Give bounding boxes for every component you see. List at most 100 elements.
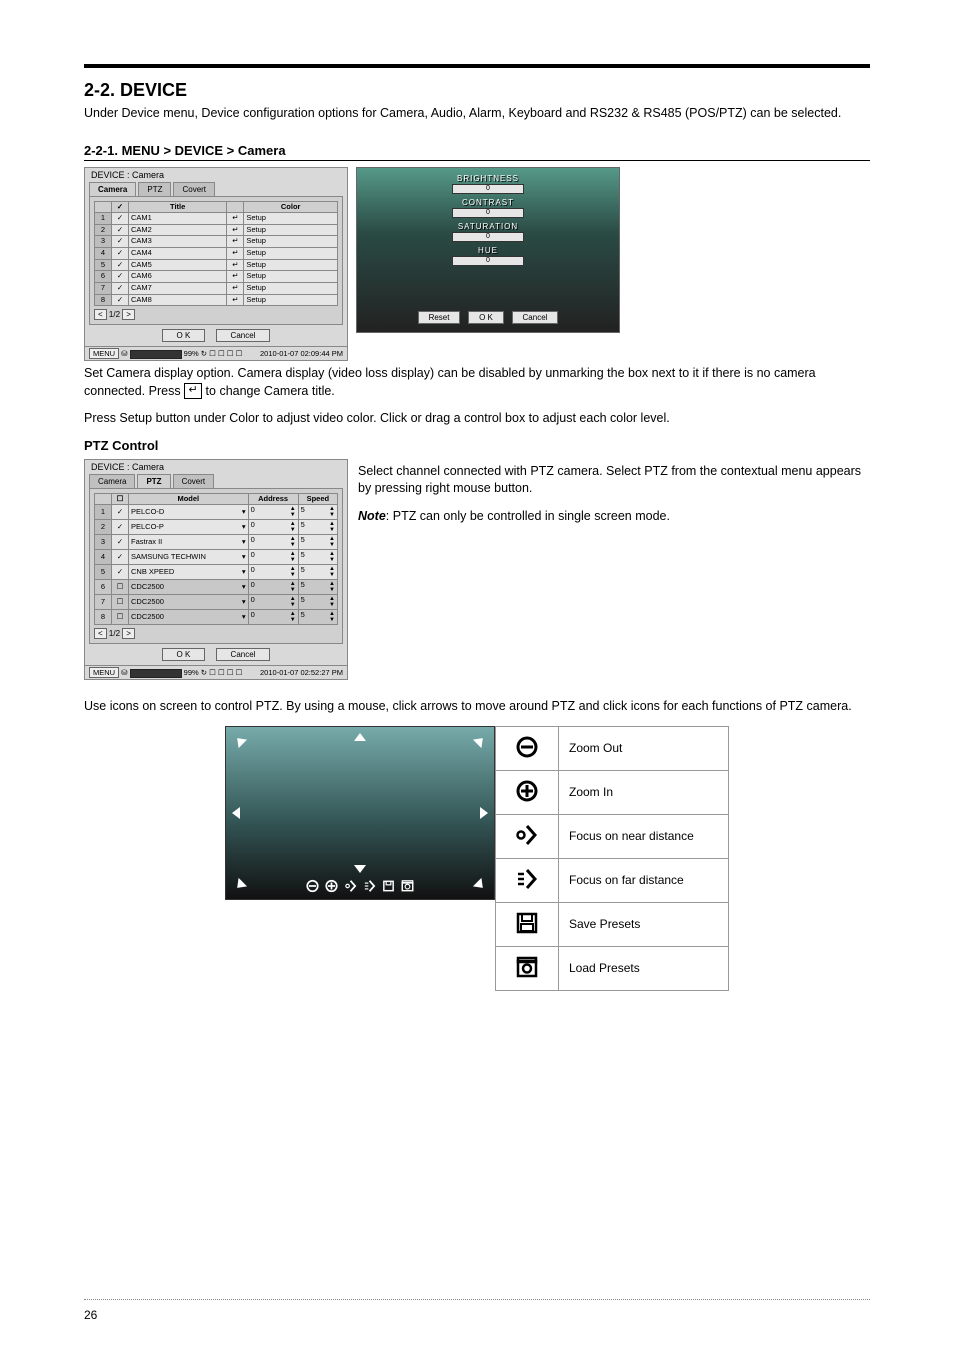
model-select[interactable]: SAMSUNG TECHWIN ▾	[129, 550, 249, 565]
ok-button[interactable]: O K	[468, 311, 504, 324]
row-title[interactable]: CAM2	[129, 224, 227, 236]
speed-stepper[interactable]: 5 ▲▼	[298, 550, 337, 565]
tab-camera[interactable]: Camera	[89, 474, 135, 488]
brightness-slider[interactable]: 0	[452, 184, 524, 194]
ptz-downright-arrow[interactable]	[473, 878, 487, 892]
model-select[interactable]: CDC2500 ▾	[129, 580, 249, 595]
row-checkbox[interactable]: ✓	[112, 271, 129, 283]
row-checkbox[interactable]: ✓	[112, 248, 129, 260]
edit-title-button[interactable]: ↵	[227, 282, 244, 294]
model-select[interactable]: PELCO-P ▾	[129, 520, 249, 535]
speed-stepper[interactable]: 5 ▲▼	[298, 565, 337, 580]
menu-button[interactable]: MENU	[89, 348, 119, 359]
ptz-up-arrow[interactable]	[354, 733, 366, 741]
row-checkbox[interactable]: ✓	[112, 520, 129, 535]
row-checkbox[interactable]: ☐	[112, 580, 129, 595]
ptz-downleft-arrow[interactable]	[233, 878, 247, 892]
focus-far-icon[interactable]	[363, 879, 377, 893]
edit-title-button[interactable]: ↵	[227, 271, 244, 283]
edit-title-button[interactable]: ↵	[227, 213, 244, 225]
row-checkbox[interactable]: ✓	[112, 236, 129, 248]
pager-next[interactable]: >	[122, 628, 135, 639]
cancel-button[interactable]: Cancel	[512, 311, 559, 324]
col-check[interactable]: ✓	[112, 201, 129, 213]
model-select[interactable]: CDC2500 ▾	[129, 595, 249, 610]
row-checkbox[interactable]: ✓	[112, 213, 129, 225]
pager-prev[interactable]: <	[94, 628, 107, 639]
ptz-down-arrow[interactable]	[354, 865, 366, 873]
row-title[interactable]: CAM4	[129, 248, 227, 260]
edit-title-button[interactable]: ↵	[227, 248, 244, 260]
cancel-button[interactable]: Cancel	[216, 329, 271, 342]
model-select[interactable]: CDC2500 ▾	[129, 610, 249, 625]
address-stepper[interactable]: 0 ▲▼	[248, 505, 298, 520]
speed-stepper[interactable]: 5 ▲▼	[298, 595, 337, 610]
saturation-slider[interactable]: 0	[452, 232, 524, 242]
load-preset-icon[interactable]	[401, 879, 415, 893]
speed-stepper[interactable]: 5 ▲▼	[298, 535, 337, 550]
color-setup-button[interactable]: Setup	[244, 248, 338, 260]
ptz-right-arrow[interactable]	[480, 807, 488, 819]
reset-button[interactable]: Reset	[418, 311, 461, 324]
zoom-out-icon[interactable]	[306, 879, 320, 893]
address-stepper[interactable]: 0 ▲▼	[248, 580, 298, 595]
row-checkbox[interactable]: ☐	[112, 595, 129, 610]
pager-prev[interactable]: <	[94, 309, 107, 320]
address-stepper[interactable]: 0 ▲▼	[248, 520, 298, 535]
hue-slider[interactable]: 0	[452, 256, 524, 266]
menu-button[interactable]: MENU	[89, 667, 119, 678]
model-select[interactable]: CNB XPEED ▾	[129, 565, 249, 580]
address-stepper[interactable]: 0 ▲▼	[248, 595, 298, 610]
row-title[interactable]: CAM8	[129, 294, 227, 306]
edit-title-button[interactable]: ↵	[227, 294, 244, 306]
speed-stepper[interactable]: 5 ▲▼	[298, 610, 337, 625]
edit-title-button[interactable]: ↵	[227, 259, 244, 271]
row-title[interactable]: CAM1	[129, 213, 227, 225]
speed-stepper[interactable]: 5 ▲▼	[298, 580, 337, 595]
color-setup-button[interactable]: Setup	[244, 236, 338, 248]
color-setup-button[interactable]: Setup	[244, 259, 338, 271]
color-setup-button[interactable]: Setup	[244, 294, 338, 306]
row-title[interactable]: CAM3	[129, 236, 227, 248]
address-stepper[interactable]: 0 ▲▼	[248, 550, 298, 565]
focus-near-icon[interactable]	[344, 879, 358, 893]
row-checkbox[interactable]: ✓	[112, 535, 129, 550]
color-setup-button[interactable]: Setup	[244, 271, 338, 283]
ptz-left-arrow[interactable]	[232, 807, 240, 819]
color-setup-button[interactable]: Setup	[244, 282, 338, 294]
ptz-upright-arrow[interactable]	[473, 734, 487, 748]
pager-next[interactable]: >	[122, 309, 135, 320]
model-select[interactable]: PELCO-D ▾	[129, 505, 249, 520]
row-checkbox[interactable]: ✓	[112, 294, 129, 306]
color-setup-button[interactable]: Setup	[244, 224, 338, 236]
row-title[interactable]: CAM5	[129, 259, 227, 271]
row-checkbox[interactable]: ✓	[112, 259, 129, 271]
cancel-button[interactable]: Cancel	[216, 648, 271, 661]
col-check[interactable]: ☐	[112, 493, 129, 505]
ok-button[interactable]: O K	[162, 648, 206, 661]
row-checkbox[interactable]: ✓	[112, 565, 129, 580]
address-stepper[interactable]: 0 ▲▼	[248, 610, 298, 625]
speed-stepper[interactable]: 5 ▲▼	[298, 505, 337, 520]
row-checkbox[interactable]: ✓	[112, 224, 129, 236]
edit-title-button[interactable]: ↵	[227, 236, 244, 248]
color-setup-button[interactable]: Setup	[244, 213, 338, 225]
tab-covert[interactable]: Covert	[173, 474, 215, 488]
row-checkbox[interactable]: ✓	[112, 282, 129, 294]
contrast-slider[interactable]: 0	[452, 208, 524, 218]
ok-button[interactable]: O K	[162, 329, 206, 342]
tab-ptz[interactable]: PTZ	[138, 182, 171, 196]
tab-ptz[interactable]: PTZ	[137, 474, 170, 488]
edit-title-button[interactable]: ↵	[227, 224, 244, 236]
address-stepper[interactable]: 0 ▲▼	[248, 565, 298, 580]
ptz-upleft-arrow[interactable]	[233, 734, 247, 748]
speed-stepper[interactable]: 5 ▲▼	[298, 520, 337, 535]
address-stepper[interactable]: 0 ▲▼	[248, 535, 298, 550]
row-title[interactable]: CAM6	[129, 271, 227, 283]
row-checkbox[interactable]: ☐	[112, 610, 129, 625]
model-select[interactable]: Fastrax II ▾	[129, 535, 249, 550]
tab-covert[interactable]: Covert	[173, 182, 215, 196]
row-checkbox[interactable]: ✓	[112, 550, 129, 565]
tab-camera[interactable]: Camera	[89, 182, 136, 196]
zoom-in-icon[interactable]	[325, 879, 339, 893]
